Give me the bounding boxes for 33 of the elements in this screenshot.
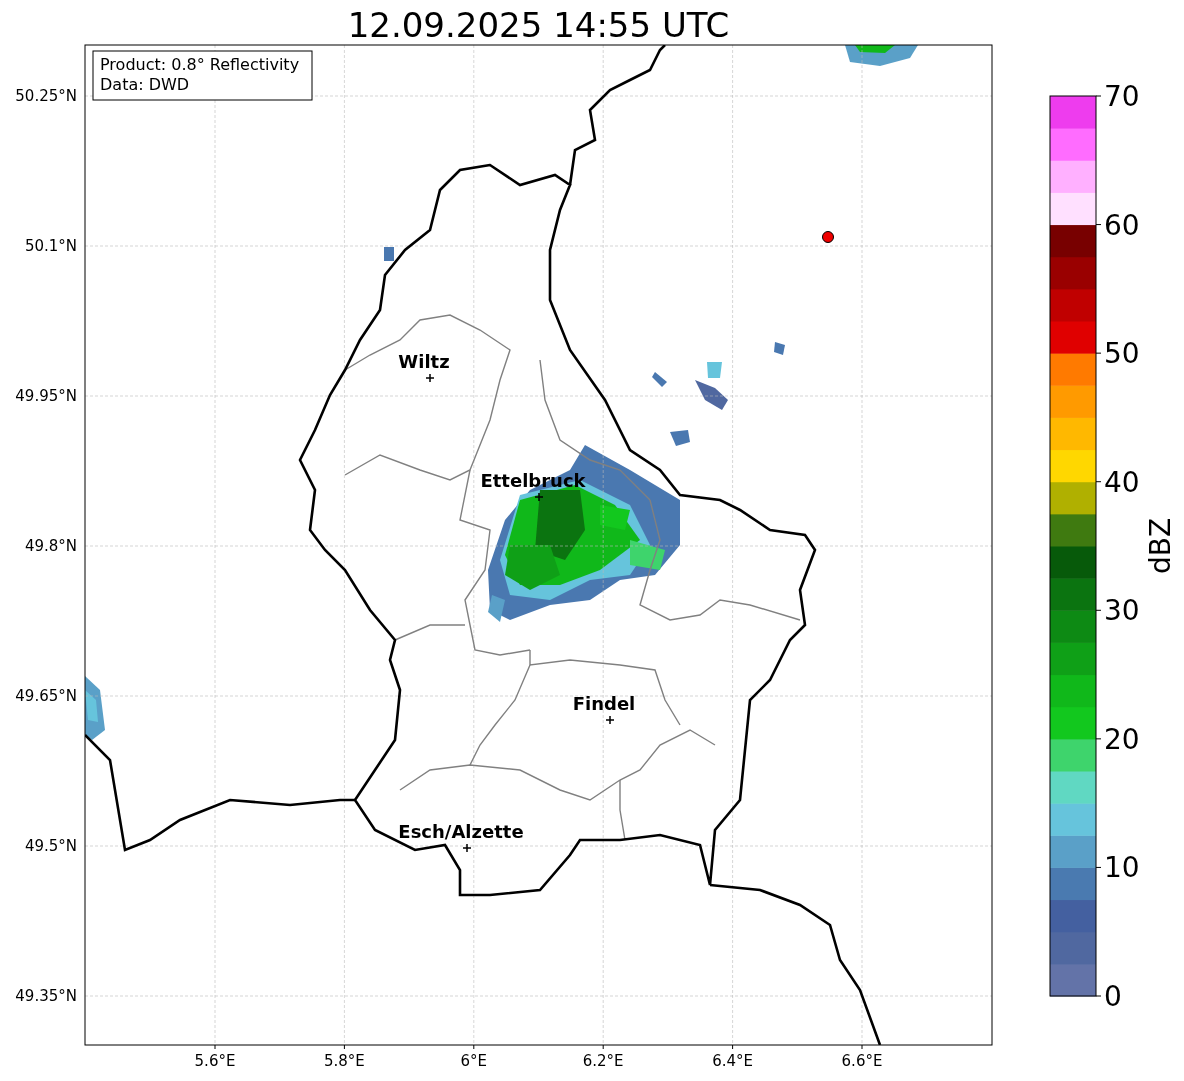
x-tick-label: 5.6°E	[194, 1052, 236, 1070]
y-tick-label: 49.8°N	[24, 537, 77, 555]
colorbar-tick-label: 30	[1104, 594, 1140, 628]
city-marker-icon	[605, 715, 615, 725]
y-tick-label: 49.5°N	[24, 837, 77, 855]
x-tick-label: 6.4°E	[712, 1052, 753, 1070]
info-text: Product: 0.8° Reflectivity	[100, 55, 300, 74]
x-tick-label: 6.6°E	[841, 1052, 883, 1070]
y-tick-label: 50.1°N	[24, 237, 77, 255]
colorbar-tick-label: 20	[1104, 722, 1140, 756]
y-tick-label: 49.65°N	[15, 687, 77, 705]
colorbar-label: dBZ	[1144, 517, 1177, 575]
y-tick-label: 49.35°N	[15, 987, 77, 1005]
colorbar-tick-label: 60	[1104, 208, 1140, 242]
colorbar-tick-label: 50	[1104, 337, 1140, 371]
x-tick-label: 6°E	[460, 1052, 488, 1070]
colorbar-tick-label: 10	[1104, 851, 1140, 885]
info-text: Data: DWD	[100, 75, 190, 94]
city-marker-icon	[534, 492, 544, 502]
y-tick-label: 49.95°N	[15, 387, 77, 405]
x-tick-label: 5.8°E	[324, 1052, 365, 1070]
colorbar-tick-label: 70	[1104, 80, 1140, 113]
city-label: Findel	[572, 693, 636, 714]
radar-site-marker	[822, 231, 834, 243]
city-label: Esch/Alzette	[398, 821, 524, 842]
colorbar-tick-label: 0	[1104, 980, 1122, 1013]
city-marker-icon	[462, 843, 472, 853]
colorbar-tick-label: 40	[1104, 465, 1140, 499]
y-tick-label: 50.25°N	[15, 87, 77, 105]
x-tick-label: 6.2°E	[582, 1052, 624, 1070]
city-label: Wiltz	[398, 351, 450, 372]
city-marker-icon	[425, 373, 435, 383]
map-title: 12.09.2025 14:55 UTC	[347, 5, 730, 45]
